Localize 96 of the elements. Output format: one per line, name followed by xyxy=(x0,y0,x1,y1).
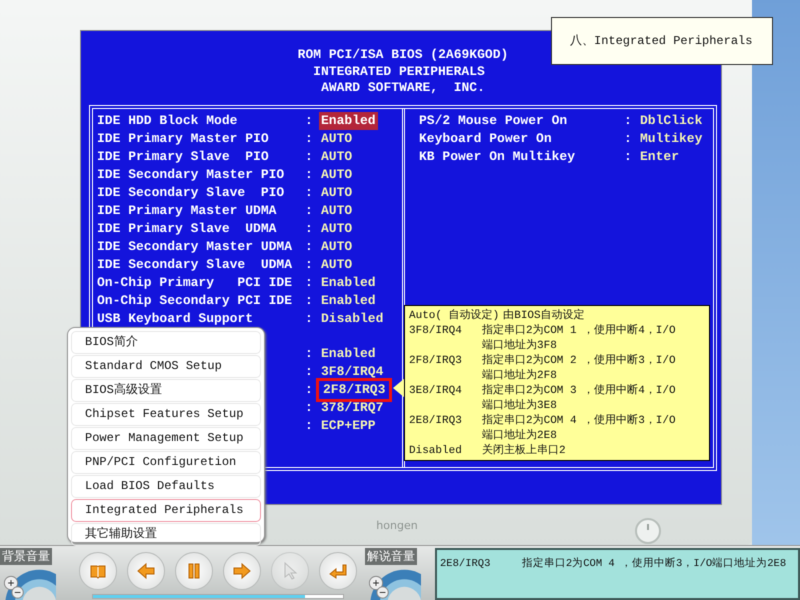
option-description: 由BIOS自动设定 xyxy=(503,309,585,324)
setting-value[interactable]: Disabled xyxy=(319,310,386,328)
setting-value[interactable]: AUTO xyxy=(319,256,354,274)
colon-separator: : xyxy=(624,130,633,148)
setting-value[interactable]: Enabled xyxy=(319,292,378,310)
option-code: Disabled xyxy=(409,444,463,459)
right-arrow-button[interactable] xyxy=(222,552,260,590)
colon-separator: : xyxy=(305,292,314,310)
option-code: 3F8/IRQ4 xyxy=(409,324,463,339)
setting-value[interactable]: Enabled xyxy=(319,112,378,130)
option-description: 指定串口2为COM 3 ，使用中断4，I/O xyxy=(482,384,676,399)
menu-item[interactable]: PNP/PCI Configuretion xyxy=(71,451,261,474)
left-arrow-button[interactable] xyxy=(126,552,164,590)
colon-separator: : xyxy=(305,344,314,362)
setting-label: On-Chip Primary PCI IDE xyxy=(97,274,294,292)
option-code: 2F8/IRQ3 xyxy=(409,354,463,369)
option-description: 端口地址为2E8 xyxy=(482,429,558,444)
setting-label: On-Chip Secondary PCI IDE xyxy=(97,292,294,310)
monitor-brand: hongen xyxy=(376,518,418,532)
colon-separator: : xyxy=(624,148,633,166)
setting-label: IDE Primary Slave PIO xyxy=(97,148,270,166)
setting-value[interactable]: 3F8/IRQ4 xyxy=(319,362,386,380)
option-description: 端口地址为2F8 xyxy=(482,369,558,384)
setting-label: IDE Secondary Slave PIO xyxy=(97,184,286,202)
setting-label: IDE Secondary Master UDMA xyxy=(97,238,294,256)
narration-volume-label: 解说音量 xyxy=(365,548,417,565)
setting-value[interactable]: AUTO xyxy=(319,202,354,220)
setting-value[interactable]: AUTO xyxy=(319,238,354,256)
setting-label: IDE Secondary Slave UDMA xyxy=(97,256,294,274)
menu-item[interactable]: Chipset Features Setup xyxy=(71,403,261,426)
colon-separator: : xyxy=(305,238,314,256)
option-description: 端口地址为3F8 xyxy=(482,339,558,354)
setting-value[interactable]: AUTO xyxy=(319,220,354,238)
menu-item[interactable]: BIOS高级设置 xyxy=(71,379,261,402)
colon-separator: : xyxy=(305,112,314,130)
setting-value[interactable]: AUTO xyxy=(319,148,354,166)
colon-separator: : xyxy=(305,130,314,148)
colon-separator: : xyxy=(305,416,314,434)
setting-value[interactable]: Multikey xyxy=(638,130,704,148)
setting-value[interactable]: Enabled xyxy=(319,344,378,362)
colon-separator: : xyxy=(305,310,314,328)
option-description: 指定串口2为COM 4 ，使用中断3，I/O xyxy=(482,414,676,429)
setting-value[interactable]: Enabled xyxy=(319,274,378,292)
pause-button[interactable] xyxy=(174,552,212,590)
progress-track[interactable] xyxy=(92,594,344,599)
menu-item[interactable]: Load BIOS Defaults xyxy=(71,475,261,498)
setting-label: Keyboard Power On xyxy=(419,130,553,148)
setting-value[interactable]: ECP+EPP xyxy=(319,416,378,434)
menu-item[interactable]: Integrated Peripherals xyxy=(71,499,261,522)
colon-separator: : xyxy=(305,362,314,380)
colon-separator: : xyxy=(305,380,314,398)
bios-title: AWARD SOFTWARE, INC. xyxy=(321,80,485,96)
left-arrow-icon xyxy=(136,561,156,581)
option-description: 端口地址为3E8 xyxy=(482,399,558,414)
menu-item[interactable]: 其它辅助设置 xyxy=(71,523,261,546)
menu-item[interactable]: BIOS简介 xyxy=(71,331,261,354)
setting-label: PS/2 Mouse Power On xyxy=(419,112,568,130)
option-description: 指定串口2为COM 2 ，使用中断3，I/O xyxy=(482,354,676,369)
section-caption: 八、Integrated Peripherals xyxy=(551,17,773,65)
setting-value[interactable]: AUTO xyxy=(319,130,354,148)
setting-value[interactable]: 378/IRQ7 xyxy=(319,398,386,416)
return-arrow-button[interactable] xyxy=(318,552,356,590)
colon-separator: : xyxy=(305,274,314,292)
colon-separator: : xyxy=(624,112,633,130)
bios-title: ROM PCI/ISA BIOS (2A69KGOD) xyxy=(298,47,508,64)
volume-label: 背景音量 xyxy=(0,548,52,565)
setting-label: IDE Primary Slave UDMA xyxy=(97,220,278,238)
option-code: Auto( 自动设定) xyxy=(409,309,500,324)
setting-label: IDE HDD Block Mode xyxy=(97,112,238,130)
option-description: 指定串口2为COM 1 ，使用中断4，I/O xyxy=(482,324,676,339)
setting-value[interactable]: AUTO xyxy=(319,184,354,202)
setting-value[interactable]: AUTO xyxy=(319,166,354,184)
subtitle-panel: 2E8/IRQ3 指定串口2为COM 4 ，使用中断3，I/O端口地址为2E8 xyxy=(435,548,800,600)
setting-value[interactable]: Enter xyxy=(638,148,682,166)
colon-separator: : xyxy=(305,220,314,238)
option-code: 3E8/IRQ4 xyxy=(409,384,463,399)
colon-separator: : xyxy=(305,166,314,184)
option-code: 2E8/IRQ3 xyxy=(409,414,463,429)
option-description: 关闭主板上串口2 xyxy=(482,444,566,459)
setting-label: KB Power On Multikey xyxy=(419,148,576,166)
menu-item[interactable]: Power Management Setup xyxy=(71,427,261,450)
setting-label: IDE Primary Master UDMA xyxy=(97,202,278,220)
book-button[interactable] xyxy=(78,552,116,590)
setting-label: USB Keyboard Support xyxy=(97,310,254,328)
colon-separator: : xyxy=(305,398,314,416)
colon-separator: : xyxy=(305,184,314,202)
colon-separator: : xyxy=(305,202,314,220)
setting-label: IDE Primary Master PIO xyxy=(97,130,270,148)
setting-value[interactable]: 2F8/IRQ3 xyxy=(319,380,390,398)
setting-value[interactable]: DblClick xyxy=(638,112,704,130)
colon-separator: : xyxy=(305,256,314,274)
right-arrow-icon xyxy=(232,561,252,581)
bios-title: INTEGRATED PERIPHERALS xyxy=(313,64,485,80)
colon-separator: : xyxy=(305,148,314,166)
setting-label: IDE Secondary Master PIO xyxy=(97,166,286,184)
menu-item[interactable]: Standard CMOS Setup xyxy=(71,355,261,378)
